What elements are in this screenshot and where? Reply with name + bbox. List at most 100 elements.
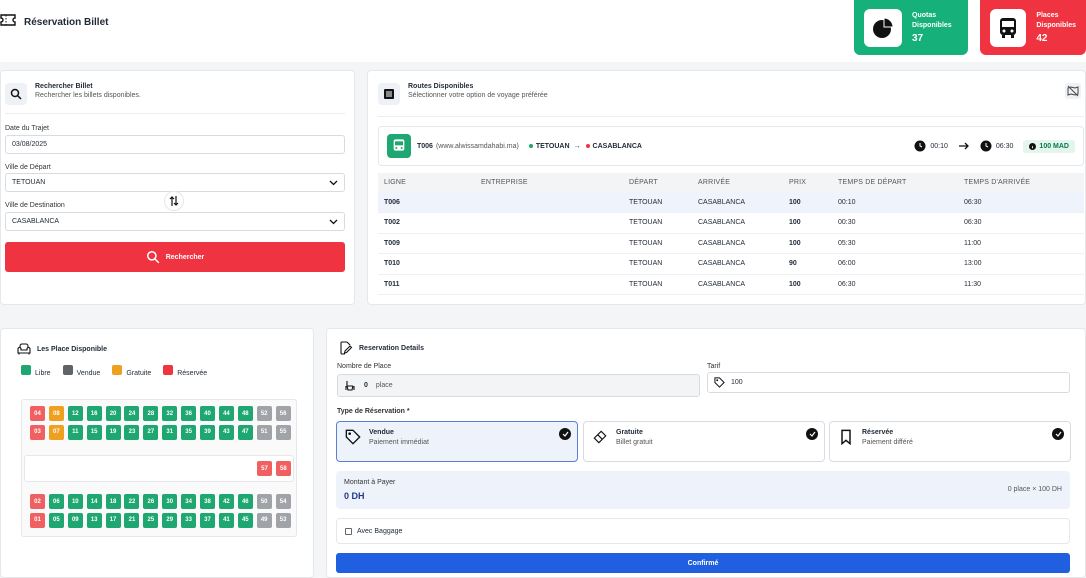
seat-34[interactable]: 34: [181, 494, 197, 509]
seat-45[interactable]: 45: [237, 512, 253, 528]
date-input[interactable]: 03/08/2025: [5, 135, 345, 154]
search-button[interactable]: Rechercher: [5, 242, 345, 272]
tarif-label: Tarif: [707, 363, 721, 370]
route-row[interactable]: T010 TETOUAN CASABLANCA 90 06:00 13:00: [378, 253, 1084, 275]
col-entreprise: ENTREPRISE: [475, 173, 623, 192]
seat-18[interactable]: 18: [105, 494, 121, 509]
seat-43[interactable]: 43: [218, 424, 234, 440]
seat-38[interactable]: 38: [200, 494, 216, 509]
seat-19[interactable]: 19: [105, 424, 121, 440]
places-stat-card: Places Disponibles 42: [980, 0, 1086, 55]
seat-21[interactable]: 21: [124, 512, 140, 528]
depart-select[interactable]: TETOUAN: [5, 173, 345, 192]
type-gratuite-option[interactable]: Gratuite Billet gratuit: [583, 421, 825, 462]
price-badge: 100 MAD: [1023, 139, 1075, 153]
seat-49[interactable]: 49: [256, 512, 272, 528]
bookmark-icon: [841, 429, 851, 445]
route-row[interactable]: T006 TETOUAN CASABLANCA 100 00:10 06:30: [378, 192, 1084, 213]
seat-30[interactable]: 30: [162, 494, 178, 509]
seat-24[interactable]: 24: [124, 406, 140, 421]
route-row[interactable]: T002 TETOUAN CASABLANCA 100 00:30 06:30: [378, 212, 1084, 234]
seat-57[interactable]: 57: [257, 461, 272, 476]
seat-36[interactable]: 36: [181, 406, 197, 421]
seat-56[interactable]: 56: [275, 406, 291, 421]
swap-cities-button[interactable]: [164, 191, 184, 211]
seat-05[interactable]: 05: [48, 512, 64, 528]
quota-label-2: Disponibles: [912, 22, 952, 29]
seat-52[interactable]: 52: [256, 406, 272, 421]
destination-select[interactable]: CASABLANCA: [5, 212, 345, 231]
route-code: T006: [417, 142, 433, 150]
seat-25[interactable]: 25: [143, 512, 159, 528]
seat-32[interactable]: 32: [162, 406, 178, 421]
baggage-checkbox[interactable]: [345, 527, 352, 535]
seat-39[interactable]: 39: [200, 424, 216, 440]
seat-28[interactable]: 28: [143, 406, 159, 421]
seat-29[interactable]: 29: [162, 512, 178, 528]
sofa-icon: [17, 343, 31, 355]
seat-14[interactable]: 14: [86, 494, 102, 509]
seat-06[interactable]: 06: [48, 494, 64, 509]
seat-08[interactable]: 08: [48, 406, 64, 421]
col-prix: PRIX: [783, 173, 832, 192]
seat-53[interactable]: 53: [275, 512, 291, 528]
ticket-icon: [593, 430, 607, 444]
middle-seat-block: 57 58: [257, 461, 291, 476]
seat-13[interactable]: 13: [86, 512, 102, 528]
search-title: Rechercher Billet: [35, 83, 93, 90]
seat-02[interactable]: 02: [30, 494, 45, 509]
seat-15[interactable]: 15: [86, 424, 102, 440]
seat-35[interactable]: 35: [181, 424, 197, 440]
page-title: Réservation Billet: [24, 17, 109, 28]
confirm-button[interactable]: Confirmé: [336, 553, 1070, 573]
seat-33[interactable]: 33: [181, 512, 197, 528]
seat-31[interactable]: 31: [162, 424, 178, 440]
seat-54[interactable]: 54: [275, 494, 291, 509]
seat-16[interactable]: 16: [86, 406, 102, 421]
clock-icon: [980, 140, 992, 152]
route-row[interactable]: T009 TETOUAN CASABLANCA 100 05:30 11:00: [378, 233, 1084, 254]
seat-40[interactable]: 40: [200, 406, 216, 421]
seat-09[interactable]: 09: [67, 512, 83, 528]
tarif-input[interactable]: 100: [707, 372, 1070, 393]
seat-07[interactable]: 07: [48, 424, 64, 440]
date-label: Date du Trajet: [5, 125, 49, 132]
seat-03[interactable]: 03: [30, 424, 45, 440]
seat-48[interactable]: 48: [237, 406, 253, 421]
places-label-2: Disponibles: [1036, 22, 1076, 29]
seat-04[interactable]: 04: [30, 406, 45, 421]
seat-10[interactable]: 10: [67, 494, 83, 509]
seat-17[interactable]: 17: [105, 512, 121, 528]
seat-47[interactable]: 47: [237, 424, 253, 440]
seat-01[interactable]: 01: [30, 512, 45, 528]
seat-41[interactable]: 41: [218, 512, 234, 528]
seat-27[interactable]: 27: [143, 424, 159, 440]
seat-55[interactable]: 55: [275, 424, 291, 440]
seat-12[interactable]: 12: [67, 406, 83, 421]
seat-42[interactable]: 42: [218, 494, 234, 509]
col-depart: DÉPART: [623, 173, 692, 192]
type-label: Type de Réservation *: [337, 408, 410, 415]
places-label: Places: [1036, 12, 1059, 19]
seat-11[interactable]: 11: [67, 424, 83, 440]
legend-vendue: Vendue: [62, 365, 100, 377]
type-vendue-option[interactable]: Vendue Paiement immédiat: [336, 421, 578, 462]
seat-58[interactable]: 58: [275, 461, 291, 476]
seat-37[interactable]: 37: [200, 512, 216, 528]
seat-26[interactable]: 26: [143, 494, 159, 509]
seat-map: 04 08 12 16 20 24 28 32 36 40 44 48 52 56 03 07 11 15 19 23…: [21, 399, 297, 537]
seat-22[interactable]: 22: [124, 494, 140, 509]
bus-icon: [990, 8, 1027, 47]
seat-23[interactable]: 23: [124, 424, 140, 440]
map-off-icon[interactable]: [1065, 83, 1081, 99]
seat-46[interactable]: 46: [237, 494, 253, 509]
seat-20[interactable]: 20: [105, 406, 121, 421]
seat-51[interactable]: 51: [256, 424, 272, 440]
route-row[interactable]: T011 TETOUAN CASABLANCA 100 06:30 11:30: [378, 274, 1084, 295]
seat-44[interactable]: 44: [218, 406, 234, 421]
type-reservee-option[interactable]: Réservée Paiement différé: [829, 421, 1071, 462]
route-dep-time: 00:10: [930, 142, 948, 150]
tag-icon: [714, 377, 725, 388]
nb-place-input[interactable]: 0 place: [337, 374, 700, 397]
seat-50[interactable]: 50: [256, 494, 272, 509]
